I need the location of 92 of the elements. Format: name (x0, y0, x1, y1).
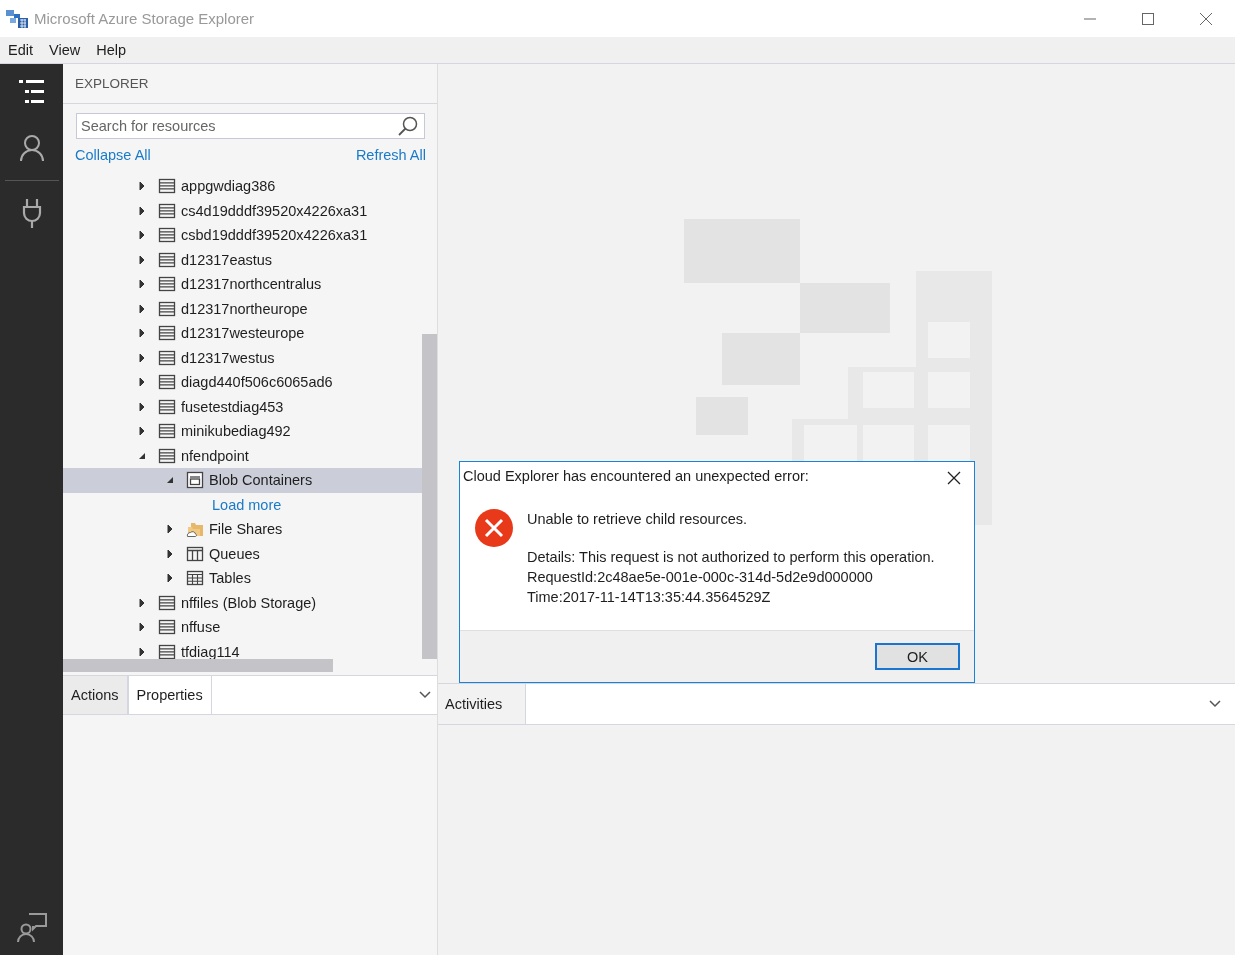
tree-item[interactable]: nfendpoint (63, 443, 422, 468)
close-icon (947, 471, 961, 485)
app-logo-icon (4, 7, 30, 30)
expand-triangle-icon[interactable] (167, 524, 173, 535)
error-detail: Details: This request is not authorized to perform this operation. (527, 548, 935, 567)
close-icon (1200, 12, 1212, 25)
tree-item[interactable]: tfdiag114 (63, 639, 422, 659)
menu-item[interactable]: View (41, 42, 89, 58)
collapse-triangle-icon[interactable] (166, 476, 174, 485)
storage-account-icon (158, 422, 176, 441)
storage-account-icon (158, 275, 176, 294)
search-icon[interactable] (397, 115, 419, 137)
tree-item[interactable]: diagd440f506c6065ad6 (63, 370, 422, 395)
storage-account-icon (158, 348, 176, 367)
expand-triangle-icon[interactable] (139, 181, 145, 192)
refresh-all-link[interactable]: Refresh All (355, 147, 426, 163)
menu-item[interactable]: Help (88, 42, 134, 58)
expand-triangle-icon[interactable] (139, 328, 145, 339)
tree-item[interactable]: Tables (63, 566, 422, 591)
tree-item[interactable]: cs4d19dddf39520x4226xa31 (63, 198, 422, 223)
feedback-person-icon[interactable] (15, 911, 48, 943)
tree-item[interactable]: File Shares (63, 517, 422, 542)
minimize-icon (1084, 17, 1096, 20)
storage-account-icon (158, 299, 176, 318)
expand-triangle-icon[interactable] (139, 597, 145, 608)
dropdown-field[interactable] (211, 676, 437, 714)
tree-item[interactable]: csbd19dddf39520x4226xa31 (63, 223, 422, 248)
tree-item[interactable]: d12317northeurope (63, 296, 422, 321)
expand-triangle-icon[interactable] (139, 230, 145, 241)
expand-triangle-icon[interactable] (139, 205, 145, 216)
folder-cloud-icon (186, 520, 204, 539)
container-icon (186, 471, 204, 490)
expand-triangle-icon[interactable] (139, 377, 145, 388)
maximize-icon (1142, 12, 1154, 25)
tree-item[interactable]: d12317northcentralus (63, 272, 422, 297)
tree-item[interactable]: appgwdiag386 (63, 174, 422, 199)
error-icon (474, 508, 514, 548)
table-icon (186, 569, 204, 588)
storage-account-icon (158, 593, 176, 612)
storage-account-icon (158, 177, 176, 196)
expand-triangle-icon[interactable] (139, 401, 145, 412)
storage-account-icon (158, 226, 176, 245)
expand-triangle-icon[interactable] (167, 548, 173, 559)
storage-account-icon (158, 618, 176, 637)
panel-tab[interactable]: Actions (63, 676, 128, 714)
menu-item[interactable]: Edit (0, 42, 41, 58)
chevron-down-icon[interactable] (1209, 700, 1221, 708)
tree-item[interactable]: Blob Containers (63, 468, 422, 493)
error-detail: RequestId:2c48ae5e-001e-000c-314d-5d2e9d000000 (527, 568, 874, 587)
expand-triangle-icon[interactable] (167, 573, 173, 584)
chevron-down-icon[interactable] (419, 691, 431, 699)
storage-account-icon (158, 446, 176, 465)
dialog-title: Cloud Explorer has encountered an unexpected error: (463, 468, 810, 484)
panel-heading: EXPLORER (75, 76, 149, 91)
expand-triangle-icon[interactable] (139, 646, 145, 657)
storage-account-icon (158, 250, 176, 269)
scrollbar-thumb[interactable] (63, 659, 333, 672)
explorer-list-icon[interactable] (16, 78, 47, 106)
expand-triangle-icon[interactable] (139, 254, 145, 265)
error-message: Unable to retrieve child resources. (527, 511, 749, 527)
expand-triangle-icon[interactable] (139, 303, 145, 314)
collapse-all-link[interactable]: Collapse All (75, 147, 151, 163)
storage-account-icon (158, 642, 176, 659)
expand-triangle-icon[interactable] (139, 279, 145, 290)
search-field[interactable]: Search for resources (76, 113, 425, 139)
collapse-triangle-icon[interactable] (138, 451, 146, 460)
storage-account-icon (158, 201, 176, 220)
storage-account-icon (158, 324, 176, 343)
error-detail: Time:2017-11-14T13:35:44.3564529Z (527, 588, 772, 607)
tree-item[interactable]: minikubediag492 (63, 419, 422, 444)
tree-item[interactable]: nffiles (Blob Storage) (63, 590, 422, 615)
panel-heading: Activities (445, 696, 503, 712)
dropdown-field[interactable] (526, 684, 1235, 724)
tree-item[interactable]: d12317eastus (63, 247, 422, 272)
tree-item[interactable]: Queues (63, 541, 422, 566)
person-icon[interactable] (18, 134, 45, 162)
plug-icon[interactable] (21, 197, 42, 229)
tree-item[interactable]: d12317westeurope (63, 321, 422, 346)
expand-triangle-icon[interactable] (139, 426, 145, 437)
queue-icon (186, 544, 204, 563)
panel-tab[interactable]: Properties (127, 676, 212, 714)
tree-item[interactable]: d12317westus (63, 345, 422, 370)
storage-account-icon (158, 373, 176, 392)
expand-triangle-icon[interactable] (139, 622, 145, 633)
tree-item[interactable]: fusetestdiag453 (63, 394, 422, 419)
storage-account-icon (158, 397, 176, 416)
tree-item[interactable]: nffuse (63, 615, 422, 640)
load-more-link[interactable]: Load more (212, 496, 282, 513)
window-title: Microsoft Azure Storage Explorer (34, 10, 256, 27)
ok-button[interactable]: OK (875, 643, 960, 670)
scrollbar-thumb[interactable] (422, 334, 437, 659)
expand-triangle-icon[interactable] (139, 352, 145, 363)
